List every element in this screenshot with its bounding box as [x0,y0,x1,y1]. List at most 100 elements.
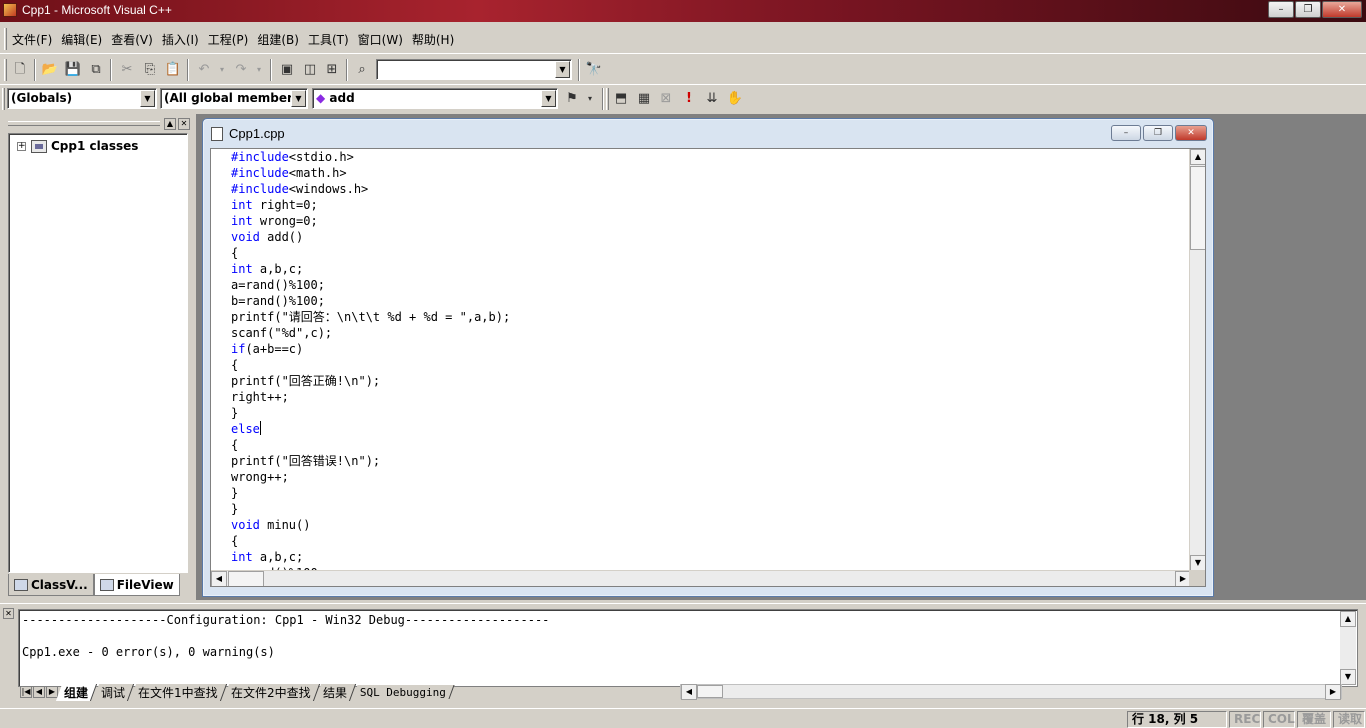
menu-build[interactable]: 组建(B) [257,31,299,48]
code-line[interactable]: } [231,485,510,501]
code-line[interactable]: printf("回答正确!\n"); [231,373,510,389]
output-vertical-scrollbar[interactable]: ▲ ▼ [1340,611,1356,685]
menu-insert[interactable]: 插入(I) [162,31,199,48]
chevron-down-icon[interactable]: ▼ [555,61,570,78]
chevron-down-icon[interactable]: ▼ [541,90,556,107]
menu-help[interactable]: 帮助(H) [412,31,454,48]
undo-dropdown-icon[interactable]: ▾ [212,60,232,80]
code-line[interactable]: scanf("%d",c); [231,325,510,341]
maximize-button[interactable]: ❐ [1295,1,1321,18]
scroll-up-icon[interactable]: ▲ [1340,611,1356,627]
code-line[interactable]: { [231,357,510,373]
tab-sql-debugging[interactable]: SQL Debugging [352,685,455,699]
build-icon[interactable]: ▦ [634,89,654,109]
open-icon[interactable]: 📂 [40,60,60,80]
tab-classview[interactable]: ClassV... [8,574,94,596]
maximize-panel-icon[interactable]: ▲ [164,118,176,130]
output-horizontal-scrollbar[interactable]: ◀ ▶ [680,684,1342,700]
toolbar-grip[interactable] [4,59,7,81]
code-line[interactable]: { [231,437,510,453]
menubar-grip[interactable] [4,28,7,50]
menu-tools[interactable]: 工具(T) [308,31,349,48]
execute-icon[interactable]: ! [679,89,699,109]
members-combo[interactable]: (All global members ▼ [160,88,308,109]
redo-dropdown-icon[interactable]: ▾ [249,60,269,80]
new-text-file-icon[interactable]: 🗋 [10,60,30,80]
resize-grip-icon[interactable] [1189,570,1205,586]
copy-icon[interactable]: ⎘ [140,60,160,80]
code-line[interactable]: #include<windows.h> [231,181,510,197]
scroll-down-icon[interactable]: ▼ [1340,669,1356,685]
code-line[interactable]: int right=0; [231,197,510,213]
tab-scroll-first-icon[interactable]: |◀ [20,686,32,698]
toolbar-grip[interactable] [2,88,5,110]
code-line[interactable]: #include<stdio.h> [231,149,510,165]
code-line[interactable]: b=rand()%100; [231,293,510,309]
find-in-files-icon[interactable]: ⌕ [352,60,372,80]
paste-icon[interactable]: 📋 [163,60,183,80]
tab-scroll-right-icon[interactable]: ▶ [46,686,58,698]
horizontal-scrollbar[interactable]: ◀ ▶ [211,570,1191,586]
menu-project[interactable]: 工程(P) [208,31,249,48]
menu-file[interactable]: 文件(F) [12,31,52,48]
code-line[interactable]: a=rand()%100; [231,277,510,293]
tab-debug[interactable]: 调试 [92,683,135,701]
code-line[interactable]: printf("回答错误!\n"); [231,453,510,469]
menu-edit[interactable]: 编辑(E) [61,31,102,48]
code-line[interactable]: int wrong=0; [231,213,510,229]
chevron-down-icon[interactable]: ▼ [140,90,155,107]
app-icon[interactable] [3,3,17,17]
scroll-left-icon[interactable]: ◀ [211,571,227,586]
code-line[interactable]: } [231,501,510,517]
tree-item-cpp1-classes[interactable]: + Cpp1 classes [17,139,138,153]
expand-icon[interactable]: + [17,141,26,151]
code-line[interactable]: { [231,533,510,549]
cut-icon[interactable]: ✂ [117,60,137,80]
tab-results[interactable]: 结果 [315,683,357,701]
window-list-icon[interactable]: ⊞ [322,60,342,80]
scroll-down-icon[interactable]: ▼ [1190,555,1205,571]
stop-build-icon[interactable]: ⊠ [656,89,676,109]
output-text[interactable]: --------------------Configuration: Cpp1 … [18,609,1358,687]
code-line[interactable]: int a,b,c; [231,549,510,565]
tab-fileview[interactable]: FileView [93,574,180,596]
scroll-thumb[interactable] [1190,166,1205,250]
code-line[interactable]: #include<math.h> [231,165,510,181]
code-line[interactable]: wrong++; [231,469,510,485]
editor-close-button[interactable]: ✕ [1175,125,1207,141]
chevron-down-icon[interactable]: ▼ [291,90,306,107]
code-line[interactable]: void add() [231,229,510,245]
wizard-action-icon[interactable]: ⚑ [562,89,582,109]
code-line[interactable]: int a,b,c; [231,261,510,277]
workspace-icon[interactable]: ▣ [277,60,297,80]
code-line[interactable]: printf("请回答：\n\t\t %d + %d = ",a,b); [231,309,510,325]
code-text[interactable]: #include<stdio.h> #include<math.h> #includ… [231,149,510,581]
code-line[interactable]: } [231,405,510,421]
scroll-thumb[interactable] [697,685,723,698]
panel-grip[interactable] [8,121,160,126]
code-line[interactable]: void minu() [231,517,510,533]
code-line[interactable]: { [231,245,510,261]
insert-breakpoint-icon[interactable]: ✋ [725,89,745,109]
tab-find-in-files-2[interactable]: 在文件2中查找 [222,683,320,701]
code-line[interactable]: else [231,421,510,437]
minimize-button[interactable]: – [1268,1,1294,18]
scope-combo[interactable]: (Globals) ▼ [7,88,157,109]
editor-titlebar[interactable]: Cpp1.cpp [211,126,285,141]
close-panel-icon[interactable]: ✕ [178,118,190,130]
code-editor[interactable]: #include<stdio.h> #include<math.h> #includ… [210,148,1206,587]
scroll-thumb[interactable] [228,571,264,586]
wizard-dropdown-icon[interactable]: ▾ [580,89,600,109]
go-icon[interactable]: ⇊ [702,89,722,109]
editor-minimize-button[interactable]: – [1111,125,1141,141]
output-icon[interactable]: ◫ [300,60,320,80]
find-icon[interactable]: 🔭 [584,60,604,80]
close-panel-icon[interactable]: ✕ [3,608,14,619]
toolbar-grip[interactable] [606,88,609,110]
close-button[interactable]: ✕ [1322,1,1362,18]
scroll-left-icon[interactable]: ◀ [681,684,697,700]
menu-window[interactable]: 窗口(W) [358,31,403,48]
menu-view[interactable]: 查看(V) [111,31,153,48]
tab-scroll-left-icon[interactable]: ◀ [33,686,45,698]
editor-maximize-button[interactable]: ❐ [1143,125,1173,141]
